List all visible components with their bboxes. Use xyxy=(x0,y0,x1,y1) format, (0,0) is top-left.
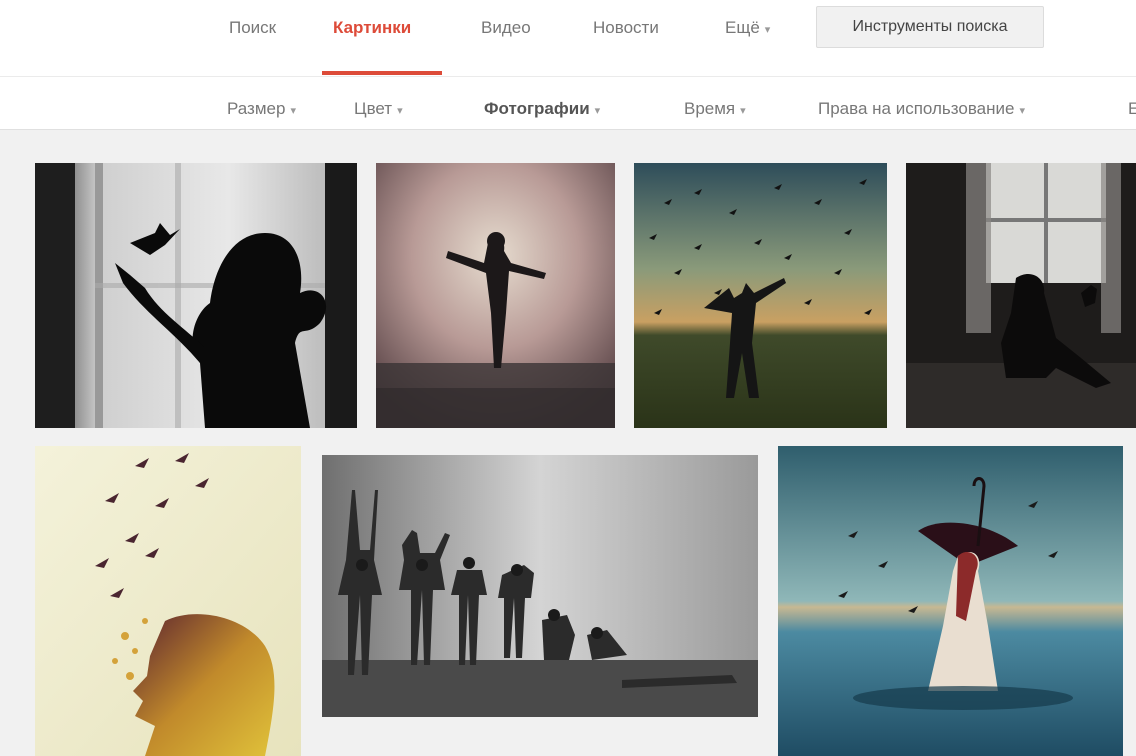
watercolor-profile-birds-image xyxy=(35,446,301,756)
filter-color[interactable]: Цвет ▾ xyxy=(354,99,403,119)
filter-time[interactable]: Время ▾ xyxy=(684,99,746,119)
tab-search[interactable]: Поиск xyxy=(229,18,276,38)
image-result[interactable] xyxy=(35,163,357,428)
filter-color-label: Цвет xyxy=(354,99,393,118)
umbrella-sea-image xyxy=(778,446,1123,756)
image-result[interactable] xyxy=(35,446,301,756)
window-bird-image xyxy=(906,163,1136,428)
search-tools-filters: Размер ▾ Цвет ▾ Фотографии ▾ Время ▾ Права н… xyxy=(0,77,1136,129)
chevron-down-icon: ▾ xyxy=(764,24,771,36)
image-search-page: Поиск Картинки Видео Новости Ещё ▾ Инстру… xyxy=(0,0,1136,756)
search-tools-label: Инструменты поиска xyxy=(852,18,1008,35)
silhouette-hummingbird-image xyxy=(35,163,357,428)
filter-size-label: Размер xyxy=(227,99,286,118)
filter-type-label: Фотографии xyxy=(484,99,590,118)
tab-news[interactable]: Новости xyxy=(593,18,659,38)
tab-more[interactable]: Ещё ▾ xyxy=(725,18,770,38)
chevron-down-icon: ▾ xyxy=(290,105,296,117)
filter-more[interactable]: Е xyxy=(1128,99,1136,119)
chevron-down-icon: ▾ xyxy=(1019,105,1025,117)
filter-usage-rights-label: Права на использование xyxy=(818,99,1015,118)
chevron-down-icon: ▾ xyxy=(740,105,746,117)
birds-field-image xyxy=(634,163,887,428)
filter-time-label: Время xyxy=(684,99,736,118)
filter-size[interactable]: Размер ▾ xyxy=(227,99,296,119)
tab-more-label: Ещё xyxy=(725,18,760,37)
dancers-bw-image xyxy=(322,455,758,717)
filter-type[interactable]: Фотографии ▾ xyxy=(484,99,600,119)
tab-images[interactable]: Картинки xyxy=(333,18,411,38)
image-result[interactable] xyxy=(634,163,887,428)
image-result[interactable] xyxy=(906,163,1136,428)
active-tab-indicator xyxy=(322,71,442,75)
filter-usage-rights[interactable]: Права на использование ▾ xyxy=(818,99,1025,119)
image-results-grid xyxy=(0,130,1136,756)
chevron-down-icon: ▾ xyxy=(397,105,403,117)
chevron-down-icon: ▾ xyxy=(594,105,601,117)
search-tools-button[interactable]: Инструменты поиска xyxy=(816,6,1044,48)
dancer-arms-open-image xyxy=(376,163,615,428)
image-result[interactable] xyxy=(376,163,615,428)
search-tabs-bar: Поиск Картинки Видео Новости Ещё ▾ Инстру… xyxy=(0,0,1136,76)
tab-video[interactable]: Видео xyxy=(481,18,531,38)
image-result[interactable] xyxy=(322,455,758,717)
image-result[interactable] xyxy=(778,446,1123,756)
